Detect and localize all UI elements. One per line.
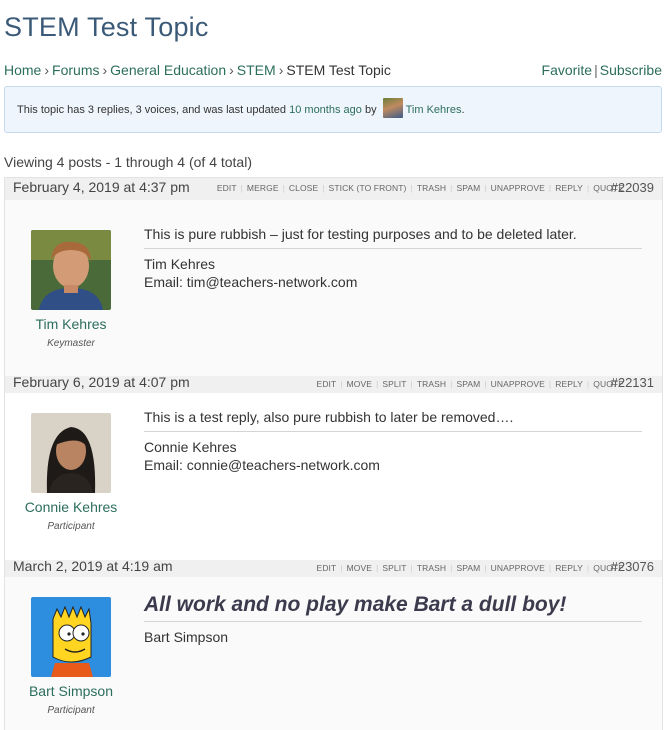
breadcrumb-current: STEM Test Topic [286,62,391,78]
post-author: Bart Simpson Participant [15,597,127,716]
breadcrumb-home[interactable]: Home [4,62,41,78]
post-admin-links: EDIT | MOVE | SPLIT | TRASH | SPAM | UNAPPROVE | REP… [313,379,628,389]
author-name[interactable]: Connie Kehres [15,499,127,515]
signature-line: Email: connie@teachers-network.com [144,457,380,473]
author-name[interactable]: Bart Simpson [15,683,127,699]
edit-link[interactable]: EDIT [213,183,241,193]
author-avatar[interactable] [31,597,111,677]
post-date: February 6, 2019 at 4:07 pm [13,374,190,390]
spam-link[interactable]: SPAM [452,183,484,193]
breadcrumb: Home › Forums › General Education › STEM › STEM … [4,62,391,78]
notice-text: This topic has 3 replies, 3 voices, and … [17,103,290,116]
split-link[interactable]: SPLIT [378,563,410,573]
move-link[interactable]: MOVE [343,563,376,573]
post-body: Connie Kehres Participant This is a test… [5,393,662,560]
edit-link[interactable]: EDIT [313,379,341,389]
trash-link[interactable]: TRASH [413,563,450,573]
signature-line: Bart Simpson [144,629,229,645]
signature-line: Connie Kehres [144,439,237,455]
post-author: Tim Kehres Keymaster [15,230,127,349]
subscribe-link[interactable]: Subscribe [600,62,662,78]
breadcrumb-separator: › [44,62,50,78]
signature-line: Email: tim@teachers-network.com [144,274,358,290]
signature-line: Tim Kehres [144,256,216,272]
post-date: February 4, 2019 at 4:37 pm [13,179,190,195]
author-avatar[interactable] [31,230,111,310]
last-user-avatar[interactable] [382,98,403,118]
unapprove-link[interactable]: UNAPPROVE [487,563,549,573]
unapprove-link[interactable]: UNAPPROVE [487,379,549,389]
author-role: Keymaster [47,338,95,349]
topic-actions: Favorite | Subscribe [542,62,662,78]
author-avatar[interactable] [31,413,111,493]
author-name[interactable]: Tim Kehres [15,316,127,332]
post-text: This is a test reply, also pure rubbish … [144,409,642,432]
trash-link[interactable]: TRASH [413,183,450,193]
breadcrumb-stem[interactable]: STEM [237,62,276,78]
post-admin-links: EDIT | MOVE | SPLIT | TRASH | SPAM | UNAPPROVE | REP… [313,563,628,573]
post-content: All work and no play make Bart a dull bo… [144,593,642,646]
topic-actions-divider: | [594,62,598,78]
post-signature: Connie Kehres Email: connie@teachers-net… [144,438,642,474]
post-admin-links: EDIT | MERGE | CLOSE | STICK (TO FRONT) | TRASH |… [213,183,628,193]
move-link[interactable]: MOVE [343,379,376,389]
post-signature: Bart Simpson [144,628,642,646]
favorite-link[interactable]: Favorite [542,62,593,78]
notice-period: . [461,103,465,116]
topic-posts: February 4, 2019 at 4:37 pm EDIT | MERGE | C… [4,177,663,730]
breadcrumb-separator: › [102,62,108,78]
post-content: This is a test reply, also pure rubbish … [144,409,642,474]
author-role: Participant [47,521,95,532]
post-permalink[interactable]: #22131 [611,375,654,390]
post-header: March 2, 2019 at 4:19 am EDIT | MOVE | SPLIT… [5,558,662,577]
topic-info-notice: This topic has 3 replies, 3 voices, and … [4,86,662,133]
post-body: Bart Simpson Participant All work and no… [5,577,662,730]
breadcrumb-separator: › [278,62,284,78]
merge-link[interactable]: MERGE [243,183,283,193]
split-link[interactable]: SPLIT [378,379,410,389]
edit-link[interactable]: EDIT [313,563,341,573]
post-permalink[interactable]: #22039 [611,180,654,195]
post-text: All work and no play make Bart a dull bo… [144,593,642,622]
post-body: Tim Kehres Keymaster This is pure rubbis… [5,200,662,376]
spam-link[interactable]: SPAM [452,563,484,573]
reply-link[interactable]: REPLY [551,379,587,389]
pagination-summary: Viewing 4 posts - 1 through 4 (of 4 tota… [4,154,252,170]
last-user-link[interactable]: Tim Kehres [406,104,462,116]
notice-by: by [361,103,380,116]
last-updated-link[interactable]: 10 months ago [289,104,362,116]
post-signature: Tim Kehres Email: tim@teachers-network.c… [144,255,642,291]
reply-link[interactable]: REPLY [551,563,587,573]
author-role: Participant [47,705,95,716]
post-content: This is pure rubbish – just for testing … [144,226,642,291]
close-link[interactable]: CLOSE [285,183,322,193]
post-header: February 4, 2019 at 4:37 pm EDIT | MERGE | C… [5,178,662,200]
post-date: March 2, 2019 at 4:19 am [13,558,173,574]
post-header: February 6, 2019 at 4:07 pm EDIT | MOVE | SP… [5,374,662,393]
breadcrumb-separator: › [229,62,234,78]
page-title: STEM Test Topic [4,12,209,42]
post-author: Connie Kehres Participant [15,413,127,532]
trash-link[interactable]: TRASH [413,379,450,389]
unapprove-link[interactable]: UNAPPROVE [487,183,549,193]
post-text: This is pure rubbish – just for testing … [144,226,642,249]
breadcrumb-forums[interactable]: Forums [52,62,99,78]
stick-link[interactable]: STICK (TO FRONT) [325,183,411,193]
post-permalink[interactable]: #23076 [611,559,654,574]
reply-link[interactable]: REPLY [551,183,587,193]
breadcrumb-general-education[interactable]: General Education [110,62,226,78]
spam-link[interactable]: SPAM [452,379,484,389]
